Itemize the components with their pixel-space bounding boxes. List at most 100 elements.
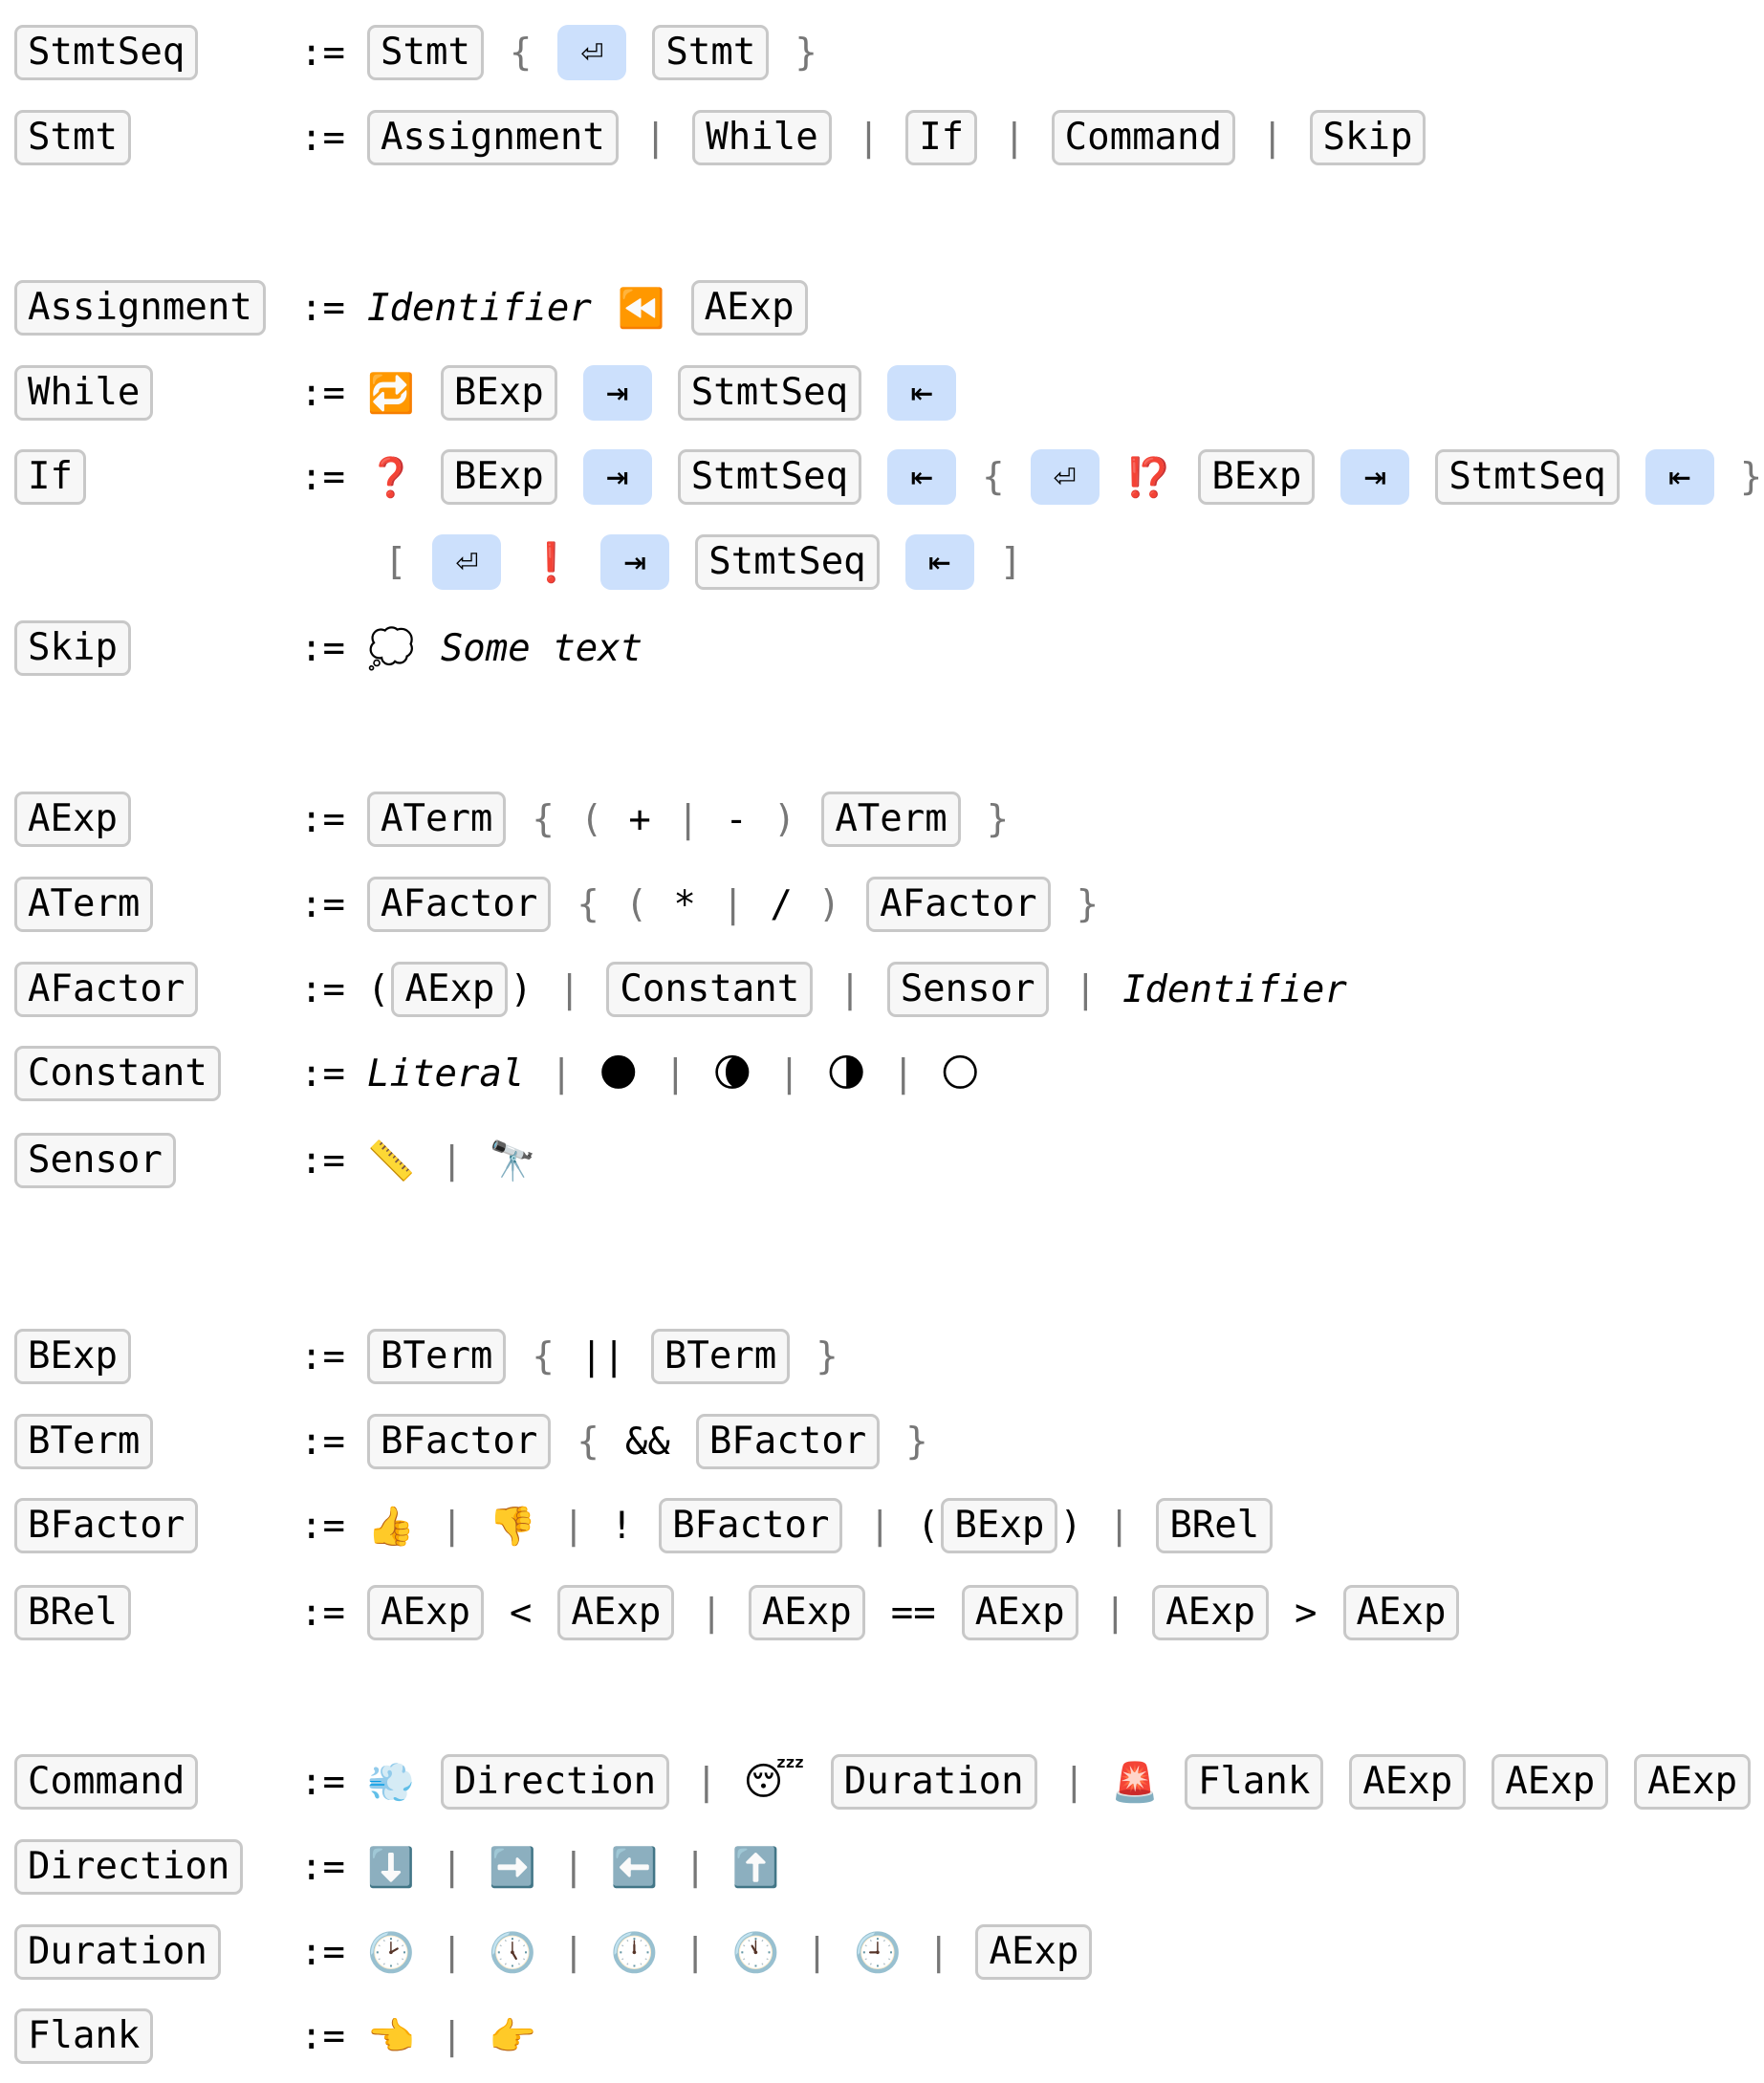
placeholder-text: Literal (367, 1052, 525, 1096)
assign-symbol: := (300, 1591, 345, 1635)
nonterminal-aexp[interactable]: AExp (391, 962, 509, 1017)
nonterminal-aexp[interactable]: AExp (975, 1924, 1093, 1980)
rule-name[interactable]: While (14, 365, 154, 421)
operator: == (890, 1591, 936, 1635)
rule-rhs: BFactor {&& BFactor} (367, 1411, 928, 1472)
nonterminal-while[interactable]: While (692, 110, 832, 165)
nonterminal-aterm[interactable]: ATerm (367, 792, 507, 847)
nonterminal-stmt[interactable]: Stmt (367, 25, 484, 80)
assign-symbol: := (300, 2014, 345, 2058)
rule-name[interactable]: Stmt (14, 110, 131, 165)
grammar-symbol: ( (579, 797, 603, 841)
rule-name[interactable]: Direction (14, 1839, 244, 1895)
nonterminal-aexp[interactable]: AExp (748, 1585, 865, 1640)
rule-name[interactable]: AFactor (14, 962, 199, 1017)
nonterminal-stmtseq[interactable]: StmtSeq (695, 534, 880, 590)
indent-icon: ⇥ (600, 534, 670, 590)
rule-name[interactable]: Duration (14, 1924, 221, 1980)
rule-name[interactable]: Sensor (14, 1133, 176, 1188)
nonterminal-bfactor[interactable]: BFactor (695, 1414, 881, 1469)
rule-name[interactable]: Command (14, 1754, 199, 1810)
operator: * (673, 882, 696, 926)
nonterminal-aexp[interactable]: AExp (1342, 1585, 1460, 1640)
nonterminal-bexp[interactable]: BExp (440, 365, 557, 421)
repeat-icon: 🔁 (367, 371, 415, 416)
assign-symbol: := (300, 626, 345, 670)
nonterminal-aexp[interactable]: AExp (690, 280, 808, 336)
grammar-symbol: | (1107, 1504, 1131, 1548)
nonterminal-skip[interactable]: Skip (1309, 110, 1426, 165)
assign-symbol: := (300, 116, 345, 160)
grammar-symbol: | (700, 1591, 723, 1635)
nonterminal-afactor[interactable]: AFactor (866, 877, 1051, 932)
nonterminal-if[interactable]: If (905, 110, 978, 165)
nonterminal-bexp[interactable]: BExp (1198, 449, 1316, 505)
grammar-symbol: | (562, 1504, 585, 1548)
nonterminal-aexp[interactable]: AExp (1152, 1585, 1270, 1640)
nonterminal-aexp[interactable]: AExp (1492, 1754, 1609, 1810)
grammar-symbol: | (440, 1139, 464, 1183)
rule-name[interactable]: BExp (14, 1329, 131, 1384)
grammar-symbol: { (509, 31, 533, 75)
assign-symbol: := (300, 371, 345, 415)
grammar-symbol: { (532, 1334, 555, 1378)
nonterminal-constant[interactable]: Constant (606, 962, 814, 1017)
rule-rhs: ATerm {(+ | -) ATerm} (367, 789, 1009, 850)
rule-name[interactable]: BRel (14, 1585, 131, 1640)
rule-name[interactable]: Assignment (14, 280, 266, 336)
nonterminal-stmt[interactable]: Stmt (652, 25, 770, 80)
grammar-symbol: | (1003, 116, 1026, 160)
dedent-icon: ⇤ (1644, 449, 1714, 505)
nonterminal-aterm[interactable]: ATerm (821, 792, 961, 847)
rule-name[interactable]: Skip (14, 620, 131, 676)
nonterminal-bterm[interactable]: BTerm (367, 1329, 507, 1384)
paren-open: ( (916, 1504, 940, 1548)
assign-symbol: := (300, 455, 345, 499)
grammar-symbol: { (982, 455, 1005, 499)
nonterminal-stmtseq[interactable]: StmtSeq (677, 449, 862, 505)
paren-close: ) (1059, 1504, 1082, 1548)
grammar-symbol: | (440, 1930, 464, 1974)
nonterminal-bfactor[interactable]: BFactor (367, 1414, 552, 1469)
rule-name[interactable]: BTerm (14, 1414, 154, 1469)
grammar-symbol: | (838, 967, 861, 1011)
interrobang-icon: ⁉️ (1124, 455, 1173, 500)
rule-name[interactable]: ATerm (14, 877, 154, 932)
nonterminal-bfactor[interactable]: BFactor (659, 1498, 843, 1553)
rule-name[interactable]: If (14, 449, 86, 505)
nonterminal-brel[interactable]: BRel (1156, 1498, 1274, 1553)
nonterminal-bexp[interactable]: BExp (941, 1498, 1058, 1553)
nonterminal-aexp[interactable]: AExp (367, 1585, 484, 1640)
rule-rhs: 🕑 | 🕔 | 🕛 | 🕚 | 🕘 | AExp (367, 1921, 1093, 1983)
nonterminal-flank[interactable]: Flank (1184, 1754, 1324, 1810)
grammar-symbol: { (577, 882, 599, 926)
nonterminal-afactor[interactable]: AFactor (367, 877, 552, 932)
nonterminal-sensor[interactable]: Sensor (886, 962, 1049, 1017)
assign-symbol: := (300, 1334, 345, 1378)
nonterminal-bexp[interactable]: BExp (440, 449, 557, 505)
rewind-icon: ⏪ (617, 286, 665, 331)
rule-name[interactable]: AExp (14, 792, 131, 847)
nonterminal-aexp[interactable]: AExp (557, 1585, 675, 1640)
rule-rhs: ⬇️ | ➡️ | ⬅️ | ⬆️ (367, 1836, 780, 1898)
nonterminal-aexp[interactable]: AExp (1634, 1754, 1752, 1810)
nonterminal-aexp[interactable]: AExp (1349, 1754, 1467, 1810)
rule-name[interactable]: BFactor (14, 1498, 199, 1553)
paren-open: ( (367, 967, 390, 1011)
nonterminal-assignment[interactable]: Assignment (367, 110, 619, 165)
clock-icon: 🕘 (854, 1930, 902, 1975)
operator: < (509, 1591, 533, 1635)
nonterminal-command[interactable]: Command (1051, 110, 1236, 165)
half-moon-icon: 🌗 (826, 1052, 866, 1096)
nonterminal-duration[interactable]: Duration (830, 1754, 1037, 1810)
nonterminal-direction[interactable]: Direction (440, 1754, 670, 1810)
nonterminal-aexp[interactable]: AExp (961, 1585, 1078, 1640)
rule-name[interactable]: Flank (14, 2008, 154, 2064)
rule-name[interactable]: Constant (14, 1046, 221, 1101)
assign-symbol: := (300, 1139, 345, 1183)
grammar-symbol: [ (384, 540, 407, 584)
nonterminal-bterm[interactable]: BTerm (650, 1329, 791, 1384)
nonterminal-stmtseq[interactable]: StmtSeq (1435, 449, 1620, 505)
rule-name[interactable]: StmtSeq (14, 25, 199, 80)
nonterminal-stmtseq[interactable]: StmtSeq (677, 365, 862, 421)
